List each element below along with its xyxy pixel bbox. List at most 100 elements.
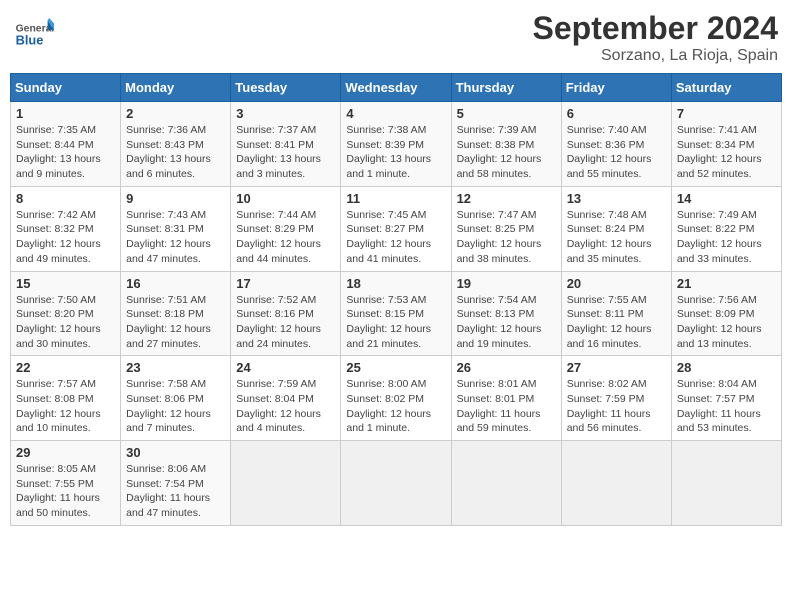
calendar-cell: 20Sunrise: 7:55 AMSunset: 8:11 PMDayligh… — [561, 271, 671, 356]
day-number: 25 — [346, 360, 445, 375]
svg-text:Blue: Blue — [16, 32, 44, 47]
calendar-cell — [561, 441, 671, 526]
calendar-cell: 18 Sunrise: 7:53 AMSunset: 8:15 PMDayligh… — [341, 271, 451, 356]
calendar-cell: 6Sunrise: 7:40 AMSunset: 8:36 PMDaylight… — [561, 102, 671, 187]
calendar-table: SundayMondayTuesdayWednesdayThursdayFrid… — [10, 73, 782, 526]
calendar-cell: 13 Sunrise: 7:48 AMSunset: 8:24 PMDayligh… — [561, 186, 671, 271]
calendar-cell — [341, 441, 451, 526]
day-info: Sunrise: 7:43 AMSunset: 8:31 PMDaylight:… — [126, 208, 225, 267]
day-info: Sunrise: 7:42 AMSunset: 8:32 PMDaylight:… — [16, 208, 115, 267]
day-of-week-header: Thursday — [451, 74, 561, 102]
day-info: Sunrise: 8:04 AMSunset: 7:57 PMDaylight:… — [677, 377, 776, 436]
day-info: Sunrise: 7:50 AMSunset: 8:20 PMDaylight:… — [16, 293, 115, 352]
day-info: Sunrise: 7:57 AMSunset: 8:08 PMDaylight:… — [16, 377, 115, 436]
day-info: Sunrise: 7:48 AMSunset: 8:24 PMDaylight:… — [567, 208, 666, 267]
calendar-cell: 17Sunrise: 7:52 AMSunset: 8:16 PMDayligh… — [231, 271, 341, 356]
day-number: 3 — [236, 106, 335, 121]
day-of-week-header: Tuesday — [231, 74, 341, 102]
calendar-cell: 28 Sunrise: 8:04 AMSunset: 7:57 PMDayligh… — [671, 356, 781, 441]
day-info: Sunrise: 7:39 AMSunset: 8:38 PMDaylight:… — [457, 123, 556, 182]
calendar-cell: 27 Sunrise: 8:02 AMSunset: 7:59 PMDayligh… — [561, 356, 671, 441]
calendar-cell — [451, 441, 561, 526]
day-number: 4 — [346, 106, 445, 121]
calendar-cell: 3 Sunrise: 7:37 AMSunset: 8:41 PMDaylight… — [231, 102, 341, 187]
logo-icon: General Blue — [14, 14, 54, 54]
title-area: September 2024 Sorzano, La Rioja, Spain — [533, 10, 778, 65]
calendar-cell: 14 Sunrise: 7:49 AMSunset: 8:22 PMDayligh… — [671, 186, 781, 271]
day-info: Sunrise: 7:41 AMSunset: 8:34 PMDaylight:… — [677, 123, 776, 182]
day-number: 24 — [236, 360, 335, 375]
calendar-cell: 16 Sunrise: 7:51 AMSunset: 8:18 PMDayligh… — [121, 271, 231, 356]
calendar-cell: 23 Sunrise: 7:58 AMSunset: 8:06 PMDayligh… — [121, 356, 231, 441]
day-info: Sunrise: 7:51 AMSunset: 8:18 PMDaylight:… — [126, 293, 225, 352]
calendar-cell: 19Sunrise: 7:54 AMSunset: 8:13 PMDayligh… — [451, 271, 561, 356]
day-number: 18 — [346, 276, 445, 291]
day-number: 21 — [677, 276, 776, 291]
day-number: 2 — [126, 106, 225, 121]
day-info: Sunrise: 8:00 AMSunset: 8:02 PMDaylight:… — [346, 377, 445, 436]
calendar-row: 8 Sunrise: 7:42 AMSunset: 8:32 PMDaylight… — [11, 186, 782, 271]
day-number: 12 — [457, 191, 556, 206]
day-of-week-header: Wednesday — [341, 74, 451, 102]
calendar-cell: 10 Sunrise: 7:44 AMSunset: 8:29 PMDayligh… — [231, 186, 341, 271]
day-info: Sunrise: 7:44 AMSunset: 8:29 PMDaylight:… — [236, 208, 335, 267]
day-info: Sunrise: 8:06 AMSunset: 7:54 PMDaylight:… — [126, 462, 225, 521]
day-number: 11 — [346, 191, 445, 206]
day-info: Sunrise: 7:49 AMSunset: 8:22 PMDaylight:… — [677, 208, 776, 267]
day-of-week-header: Friday — [561, 74, 671, 102]
calendar-cell: 29Sunrise: 8:05 AMSunset: 7:55 PMDayligh… — [11, 441, 121, 526]
calendar-cell: 8 Sunrise: 7:42 AMSunset: 8:32 PMDaylight… — [11, 186, 121, 271]
day-info: Sunrise: 7:47 AMSunset: 8:25 PMDaylight:… — [457, 208, 556, 267]
day-info: Sunrise: 7:36 AMSunset: 8:43 PMDaylight:… — [126, 123, 225, 182]
day-info: Sunrise: 7:35 AMSunset: 8:44 PMDaylight:… — [16, 123, 115, 182]
day-number: 28 — [677, 360, 776, 375]
day-number: 14 — [677, 191, 776, 206]
calendar-row: 22 Sunrise: 7:57 AMSunset: 8:08 PMDayligh… — [11, 356, 782, 441]
month-title: September 2024 — [533, 10, 778, 47]
calendar-cell: 30 Sunrise: 8:06 AMSunset: 7:54 PMDayligh… — [121, 441, 231, 526]
day-number: 5 — [457, 106, 556, 121]
day-number: 8 — [16, 191, 115, 206]
day-info: Sunrise: 7:37 AMSunset: 8:41 PMDaylight:… — [236, 123, 335, 182]
day-info: Sunrise: 7:52 AMSunset: 8:16 PMDaylight:… — [236, 293, 335, 352]
calendar-row: 15 Sunrise: 7:50 AMSunset: 8:20 PMDayligh… — [11, 271, 782, 356]
calendar-cell: 24 Sunrise: 7:59 AMSunset: 8:04 PMDayligh… — [231, 356, 341, 441]
calendar-cell: 2 Sunrise: 7:36 AMSunset: 8:43 PMDaylight… — [121, 102, 231, 187]
day-info: Sunrise: 7:55 AMSunset: 8:11 PMDaylight:… — [567, 293, 666, 352]
calendar-cell: 7Sunrise: 7:41 AMSunset: 8:34 PMDaylight… — [671, 102, 781, 187]
day-of-week-header: Sunday — [11, 74, 121, 102]
calendar-cell: 22 Sunrise: 7:57 AMSunset: 8:08 PMDayligh… — [11, 356, 121, 441]
calendar-cell — [671, 441, 781, 526]
calendar-cell: 11Sunrise: 7:45 AMSunset: 8:27 PMDayligh… — [341, 186, 451, 271]
calendar-row: 1Sunrise: 7:35 AMSunset: 8:44 PMDaylight… — [11, 102, 782, 187]
day-info: Sunrise: 7:58 AMSunset: 8:06 PMDaylight:… — [126, 377, 225, 436]
day-info: Sunrise: 7:56 AMSunset: 8:09 PMDaylight:… — [677, 293, 776, 352]
location-subtitle: Sorzano, La Rioja, Spain — [533, 47, 778, 65]
day-number: 13 — [567, 191, 666, 206]
day-number: 22 — [16, 360, 115, 375]
day-number: 29 — [16, 445, 115, 460]
calendar-cell: 25 Sunrise: 8:00 AMSunset: 8:02 PMDayligh… — [341, 356, 451, 441]
day-of-week-header: Monday — [121, 74, 231, 102]
day-number: 30 — [126, 445, 225, 460]
day-info: Sunrise: 7:38 AMSunset: 8:39 PMDaylight:… — [346, 123, 445, 182]
page-header: General Blue September 2024 Sorzano, La … — [10, 10, 782, 65]
calendar-header-row: SundayMondayTuesdayWednesdayThursdayFrid… — [11, 74, 782, 102]
day-info: Sunrise: 8:01 AMSunset: 8:01 PMDaylight:… — [457, 377, 556, 436]
day-number: 27 — [567, 360, 666, 375]
calendar-row: 29Sunrise: 8:05 AMSunset: 7:55 PMDayligh… — [11, 441, 782, 526]
day-number: 10 — [236, 191, 335, 206]
day-info: Sunrise: 8:02 AMSunset: 7:59 PMDaylight:… — [567, 377, 666, 436]
day-info: Sunrise: 7:59 AMSunset: 8:04 PMDaylight:… — [236, 377, 335, 436]
calendar-cell: 9 Sunrise: 7:43 AMSunset: 8:31 PMDaylight… — [121, 186, 231, 271]
day-number: 23 — [126, 360, 225, 375]
day-info: Sunrise: 7:53 AMSunset: 8:15 PMDaylight:… — [346, 293, 445, 352]
day-number: 9 — [126, 191, 225, 206]
calendar-cell: 5 Sunrise: 7:39 AMSunset: 8:38 PMDaylight… — [451, 102, 561, 187]
day-info: Sunrise: 7:40 AMSunset: 8:36 PMDaylight:… — [567, 123, 666, 182]
day-info: Sunrise: 7:54 AMSunset: 8:13 PMDaylight:… — [457, 293, 556, 352]
calendar-cell: 1Sunrise: 7:35 AMSunset: 8:44 PMDaylight… — [11, 102, 121, 187]
day-number: 16 — [126, 276, 225, 291]
day-number: 15 — [16, 276, 115, 291]
calendar-cell: 4 Sunrise: 7:38 AMSunset: 8:39 PMDaylight… — [341, 102, 451, 187]
